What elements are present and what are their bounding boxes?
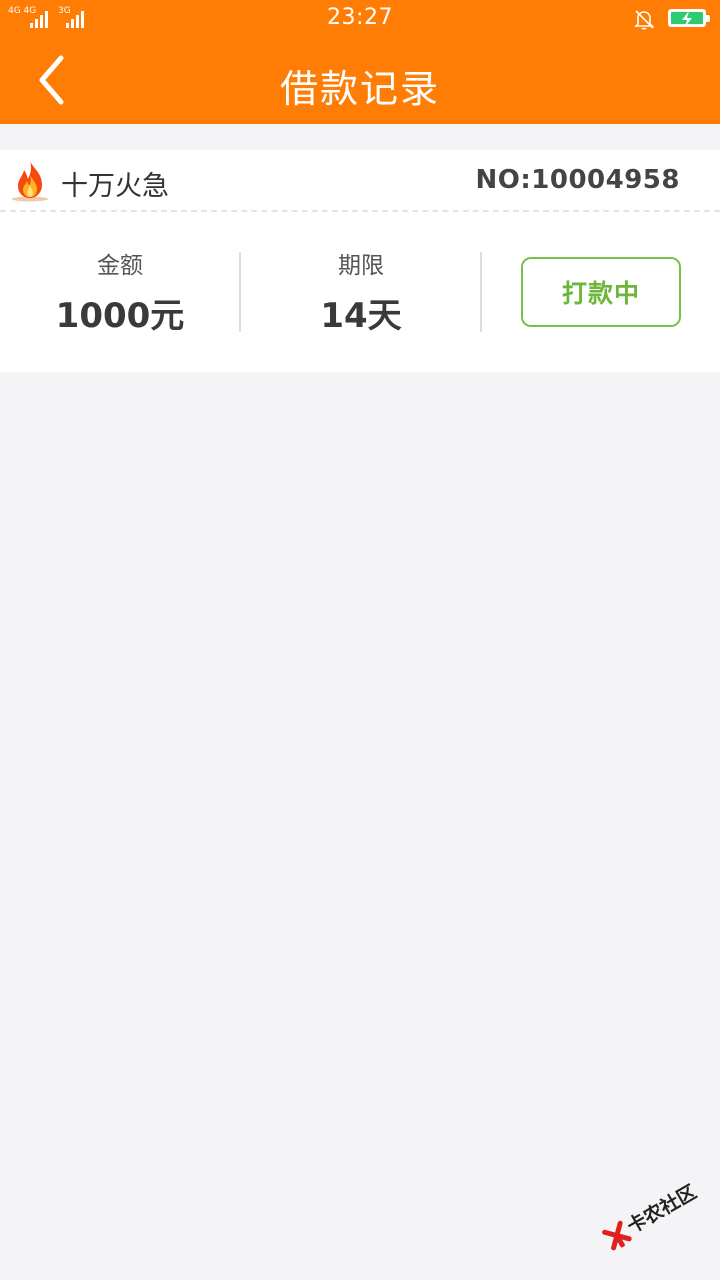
order-number: NO:10004958 [475, 165, 680, 195]
loan-record-header: 十万火急 NO:10004958 [0, 150, 720, 212]
watermark: 卡农社区 [596, 1170, 708, 1258]
watermark-text: 卡农社区 [623, 1181, 701, 1239]
status-button[interactable]: 打款中 [521, 257, 681, 327]
status-time: 23:27 [327, 5, 393, 30]
app-header: 4G 4G 3G 23:27 借款记录 [0, 0, 720, 124]
amount-label: 金额 [97, 253, 143, 279]
amount-value: 1000元 [55, 296, 185, 336]
term-column: 期限 14天 [241, 246, 481, 337]
column-divider [480, 252, 482, 332]
term-label: 期限 [338, 253, 384, 279]
loan-record-card[interactable]: 十万火急 NO:10004958 金额 1000元 期限 14天 打款中 [0, 150, 720, 372]
amount-column: 金额 1000元 [0, 246, 240, 337]
bell-muted-icon [634, 10, 654, 30]
product-name: 十万火急 [61, 171, 169, 202]
flame-icon [12, 160, 48, 202]
term-value: 14天 [320, 296, 402, 336]
battery-icon [668, 9, 710, 27]
status-bar: 4G 4G 3G 23:27 [0, 0, 720, 38]
page-title: 借款记录 [279, 67, 440, 111]
